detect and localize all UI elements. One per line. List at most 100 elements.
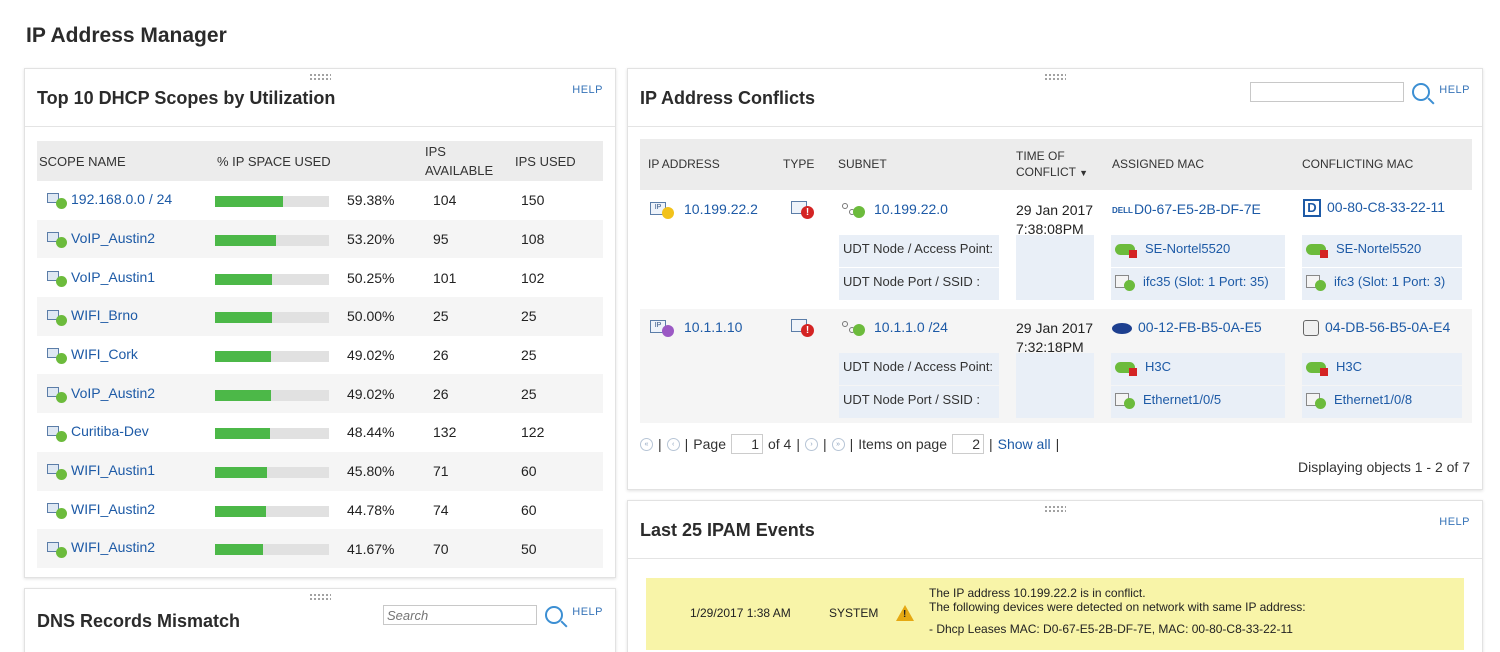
scope-name-link[interactable]: WIFI_Austin2 — [71, 501, 155, 517]
scope-name-cell[interactable]: VoIP_Austin2 — [37, 374, 215, 413]
conflicting-port-link[interactable]: Ethernet1/0/8 — [1334, 392, 1412, 407]
col-ips-available[interactable]: IPS AVAILABLE — [423, 141, 513, 181]
scope-name-link[interactable]: VoIP_Austin2 — [71, 385, 155, 401]
scope-name-cell[interactable]: WIFI_Brno — [37, 297, 215, 336]
conflicting-mac-link[interactable]: 00-80-C8-33-22-11 — [1327, 199, 1445, 215]
utilization-bar — [215, 466, 329, 478]
scope-name-cell[interactable]: 192.168.0.0 / 24 — [37, 181, 215, 220]
dhcp-scope-icon — [47, 424, 67, 442]
utilization-bar — [215, 350, 329, 362]
scope-name-cell[interactable]: WIFI_Austin2 — [37, 491, 215, 530]
dhcp-scope-row: WIFI_Brno 50.00% 25 25 — [37, 297, 603, 336]
page-count: of 4 — [767, 436, 792, 452]
conflicting-mac-cell[interactable]: D 00-80-C8-33-22-11 — [1303, 199, 1445, 218]
ip-space-used-cell: 49.02% — [215, 336, 423, 375]
assigned-port-link[interactable]: Ethernet1/0/5 — [1143, 392, 1221, 407]
conflict-subnet-cell[interactable]: 10.199.22.0 — [840, 201, 948, 219]
scope-name-cell[interactable]: WIFI_Austin1 — [37, 452, 215, 491]
dns-search-input[interactable] — [383, 605, 537, 625]
conflict-ip-cell[interactable]: IP 10.1.1.10 — [650, 319, 742, 338]
assigned-mac-link[interactable]: D0-67-E5-2B-DF-7E — [1134, 201, 1261, 217]
dns-help-link[interactable]: HELP — [572, 606, 603, 618]
scope-name-link[interactable]: WIFI_Austin1 — [71, 462, 155, 478]
events-help-link[interactable]: HELP — [1439, 516, 1470, 528]
show-all-link[interactable]: Show all — [998, 436, 1051, 452]
drag-handle-icon[interactable] — [1044, 73, 1066, 81]
port-icon — [1115, 392, 1139, 409]
col-scope-name[interactable]: SCOPE NAME — [37, 141, 215, 181]
conflicting-port-cell[interactable]: ifc3 (Slot: 1 Port: 3) — [1302, 268, 1462, 300]
conflicts-search-input[interactable] — [1250, 82, 1404, 102]
utilization-bar — [215, 312, 329, 324]
scope-name-cell[interactable]: Curitiba-Dev — [37, 413, 215, 452]
event-line-3: - Dhcp Leases MAC: D0-67-E5-2B-DF-7E, MA… — [929, 622, 1293, 636]
conflicting-mac-link[interactable]: 04-DB-56-B5-0A-E4 — [1325, 319, 1450, 335]
col-subnet[interactable]: SUBNET — [838, 156, 887, 172]
scope-name-link[interactable]: VoIP_Austin1 — [71, 269, 155, 285]
page-input[interactable]: 1 — [730, 434, 763, 454]
assigned-port-cell[interactable]: ifc35 (Slot: 1 Port: 35) — [1111, 268, 1285, 300]
col-ips-used[interactable]: IPS USED — [513, 141, 603, 181]
scope-name-link[interactable]: Curitiba-Dev — [71, 423, 149, 439]
utilization-bar — [215, 544, 329, 556]
col-type[interactable]: TYPE — [783, 156, 814, 172]
conflicting-node-cell[interactable]: SE-Nortel5520 — [1302, 235, 1462, 267]
drag-handle-icon[interactable] — [1044, 505, 1066, 513]
search-icon[interactable] — [545, 606, 563, 624]
assigned-node-link[interactable]: H3C — [1145, 359, 1171, 374]
conflict-ip-link[interactable]: 10.1.1.10 — [684, 319, 742, 335]
col-time-of-conflict[interactable]: TIME OF CONFLICT ▼ — [1016, 148, 1096, 181]
scope-name-cell[interactable]: WIFI_Cork — [37, 336, 215, 375]
conflicting-port-link[interactable]: ifc3 (Slot: 1 Port: 3) — [1334, 274, 1445, 289]
conflict-subnet-link[interactable]: 10.1.1.0 /24 — [874, 319, 948, 335]
scope-name-link[interactable]: WIFI_Brno — [71, 307, 138, 323]
conflicts-help-link[interactable]: HELP — [1439, 84, 1470, 96]
prev-page-icon[interactable]: ‹ — [666, 437, 680, 451]
conflict-ip-link[interactable]: 10.199.22.2 — [684, 201, 758, 217]
assigned-mac-cell[interactable]: 00-12-FB-B5-0A-E5 — [1112, 319, 1262, 335]
assigned-mac-cell[interactable]: DELLD0-67-E5-2B-DF-7E — [1112, 201, 1261, 217]
first-page-icon[interactable]: « — [640, 437, 653, 451]
items-on-page-input[interactable]: 2 — [952, 434, 984, 454]
conflicting-mac-cell[interactable]: 04-DB-56-B5-0A-E4 — [1303, 319, 1450, 337]
col-ip-space-used[interactable]: % IP SPACE USED — [215, 141, 423, 181]
scope-name-link[interactable]: WIFI_Cork — [71, 346, 138, 362]
utilization-percent: 49.02% — [347, 347, 395, 364]
drag-handle-icon[interactable] — [309, 73, 331, 81]
displaying-objects: Displaying objects 1 - 2 of 7 — [1298, 459, 1470, 475]
drag-handle-icon[interactable] — [309, 593, 331, 601]
assigned-node-cell[interactable]: H3C — [1111, 353, 1285, 385]
conflict-ip-cell[interactable]: IP 10.199.22.2 — [650, 201, 758, 220]
conflicting-node-link[interactable]: H3C — [1336, 359, 1362, 374]
next-page-icon[interactable]: › — [804, 437, 818, 451]
scope-name-cell[interactable]: VoIP_Austin2 — [37, 220, 215, 259]
ip-address-icon: IP — [650, 319, 678, 338]
scope-name-cell[interactable]: VoIP_Austin1 — [37, 258, 215, 297]
ips-used-cell: 60 — [521, 501, 537, 518]
conflicting-node-cell[interactable]: H3C — [1302, 353, 1462, 385]
dhcp-help-link[interactable]: HELP — [572, 84, 603, 96]
conflict-date: 29 Jan 2017 — [1016, 202, 1094, 218]
conflicting-node-link[interactable]: SE-Nortel5520 — [1336, 241, 1421, 256]
assigned-port-cell[interactable]: Ethernet1/0/5 — [1111, 386, 1285, 418]
scope-name-link[interactable]: WIFI_Austin2 — [71, 539, 155, 555]
conflict-subnet-link[interactable]: 10.199.22.0 — [874, 201, 948, 217]
scope-name-cell[interactable]: WIFI_Austin2 — [37, 529, 215, 568]
assigned-mac-link[interactable]: 00-12-FB-B5-0A-E5 — [1138, 319, 1262, 335]
conflict-subnet-cell[interactable]: 10.1.1.0 /24 — [840, 319, 948, 337]
col-conflicting-mac[interactable]: CONFLICTING MAC — [1302, 156, 1413, 172]
scope-name-link[interactable]: 192.168.0.0 / 24 — [71, 191, 172, 207]
assigned-port-link[interactable]: ifc35 (Slot: 1 Port: 35) — [1143, 274, 1269, 289]
assigned-node-cell[interactable]: SE-Nortel5520 — [1111, 235, 1285, 267]
event-item[interactable]: 1/29/2017 1:38 AM SYSTEM ! The IP addres… — [646, 578, 1464, 650]
search-icon[interactable] — [1412, 83, 1430, 101]
assigned-node-link[interactable]: SE-Nortel5520 — [1145, 241, 1230, 256]
ips-used-cell: 122 — [521, 424, 545, 441]
scope-name-link[interactable]: VoIP_Austin2 — [71, 230, 155, 246]
conflicting-port-cell[interactable]: Ethernet1/0/8 — [1302, 386, 1462, 418]
col-assigned-mac[interactable]: ASSIGNED MAC — [1112, 156, 1204, 172]
dhcp-scope-icon — [47, 501, 67, 519]
last-page-icon[interactable]: » — [831, 437, 845, 451]
dhcp-scope-row: WIFI_Austin2 44.78% 74 60 — [37, 491, 603, 530]
col-ip-address[interactable]: IP ADDRESS — [648, 156, 720, 172]
